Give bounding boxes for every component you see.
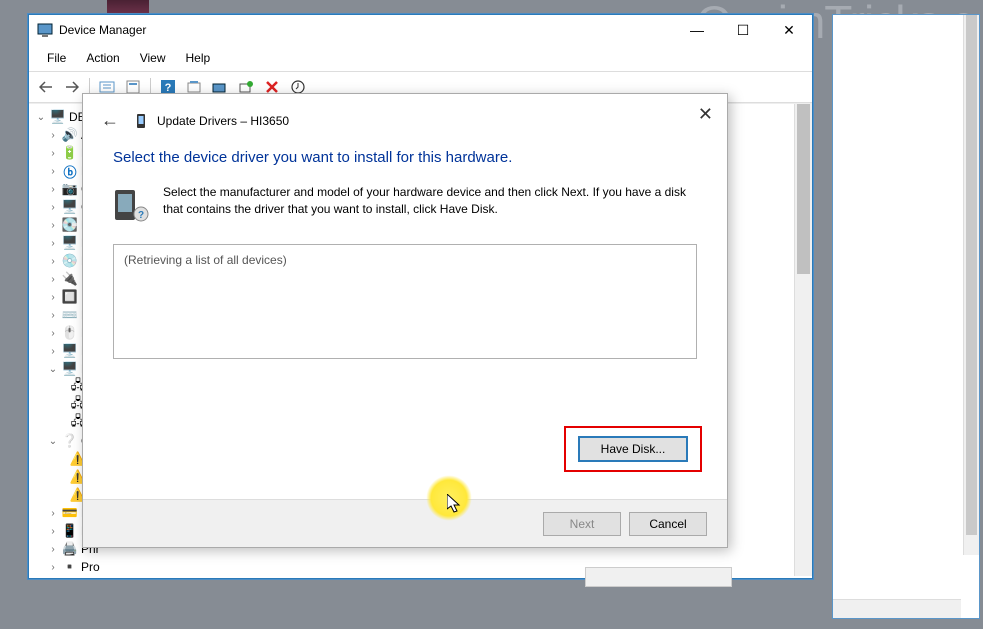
hardware-disk-icon: ? <box>113 184 149 224</box>
expander-icon[interactable]: › <box>47 328 59 339</box>
device-category-icon: 🖥️ <box>62 343 78 359</box>
list-status-text: (Retrieving a list of all devices) <box>124 253 287 267</box>
device-category-icon: 🖥️ <box>62 199 78 215</box>
expander-icon[interactable]: › <box>47 148 59 159</box>
menu-bar: File Action View Help <box>29 45 812 71</box>
expander-icon[interactable]: › <box>47 526 59 537</box>
device-category-icon: 💳 <box>62 505 78 521</box>
device-category-icon: ⓑ <box>62 163 78 179</box>
expander-icon[interactable]: ⌄ <box>47 436 59 447</box>
update-drivers-dialog: ← Update Drivers – HI3650 ✕ Select the d… <box>82 93 728 548</box>
expander-icon[interactable]: › <box>47 220 59 231</box>
expander-icon[interactable]: › <box>47 346 59 357</box>
expander-icon[interactable]: › <box>47 544 59 555</box>
device-category-icon: ⌨️ <box>62 307 78 323</box>
device-category-icon: 🖨️ <box>62 541 78 557</box>
expander-icon[interactable]: › <box>47 274 59 285</box>
secondary-window <box>832 14 980 619</box>
device-list-box[interactable]: (Retrieving a list of all devices) <box>113 244 697 359</box>
expander-icon[interactable]: › <box>47 238 59 249</box>
minimize-button[interactable]: — <box>674 15 720 45</box>
device-category-icon: 🔊 <box>62 127 78 143</box>
expander-icon[interactable]: › <box>47 202 59 213</box>
dialog-title: Update Drivers – HI3650 <box>157 114 289 128</box>
menu-file[interactable]: File <box>37 47 76 69</box>
secondary-scrollbar[interactable] <box>963 15 979 555</box>
expander-icon[interactable]: › <box>47 184 59 195</box>
background-taskbar-fragment <box>107 0 149 13</box>
expander-icon[interactable]: › <box>47 508 59 519</box>
device-category-icon: 🔋 <box>62 145 78 161</box>
device-category-icon: 🔌 <box>62 271 78 287</box>
computer-icon: 🖥️ <box>50 109 66 125</box>
menu-view[interactable]: View <box>130 47 176 69</box>
menu-action[interactable]: Action <box>76 47 129 69</box>
expander-icon[interactable]: › <box>47 130 59 141</box>
svg-text:?: ? <box>138 210 144 221</box>
tree-scrollbar[interactable] <box>794 104 812 576</box>
maximize-button[interactable]: ☐ <box>720 15 766 45</box>
device-category-icon: 💽 <box>62 217 78 233</box>
device-category-icon: 🖱️ <box>62 325 78 341</box>
device-category-icon: 🖥️ <box>62 235 78 251</box>
dialog-description: Select the manufacturer and model of you… <box>163 184 697 224</box>
device-icon <box>133 113 149 129</box>
device-category-icon: 📱 <box>62 523 78 539</box>
secondary-statusbar <box>833 599 961 618</box>
statusbar-segment <box>585 567 732 587</box>
device-category-icon: 💿 <box>62 253 78 269</box>
tree-item-label: Pro <box>81 560 100 574</box>
dialog-heading: Select the device driver you want to ins… <box>113 149 697 166</box>
window-title: Device Manager <box>59 23 674 37</box>
device-category-icon: ▪️ <box>62 559 78 575</box>
close-button[interactable]: ✕ <box>766 15 812 45</box>
dialog-close-button[interactable]: ✕ <box>698 104 713 125</box>
cursor-icon <box>447 494 463 514</box>
expander-icon[interactable]: › <box>47 292 59 303</box>
toolbar-back-button[interactable] <box>35 76 57 98</box>
expander-icon[interactable]: ⌄ <box>35 112 47 123</box>
device-manager-icon <box>37 22 53 38</box>
cancel-button[interactable]: Cancel <box>629 512 707 536</box>
expander-icon[interactable]: › <box>47 166 59 177</box>
device-category-icon: 🖥️ <box>62 361 78 377</box>
device-category-icon: 🔲 <box>62 289 78 305</box>
expander-icon[interactable]: ⌄ <box>47 364 59 375</box>
title-bar[interactable]: Device Manager — ☐ ✕ <box>29 15 812 45</box>
device-category-icon: ❔ <box>62 433 78 449</box>
device-category-icon: 📷 <box>62 181 78 197</box>
expander-icon[interactable]: › <box>47 256 59 267</box>
expander-icon[interactable]: › <box>47 310 59 321</box>
expander-icon[interactable]: › <box>47 562 59 573</box>
have-disk-highlight: Have Disk... <box>564 426 702 472</box>
next-button[interactable]: Next <box>543 512 621 536</box>
have-disk-button[interactable]: Have Disk... <box>578 436 688 462</box>
menu-help[interactable]: Help <box>176 47 221 69</box>
toolbar-forward-button[interactable] <box>61 76 83 98</box>
dialog-back-button[interactable]: ← <box>101 110 119 131</box>
dialog-footer: Next Cancel <box>83 499 727 547</box>
